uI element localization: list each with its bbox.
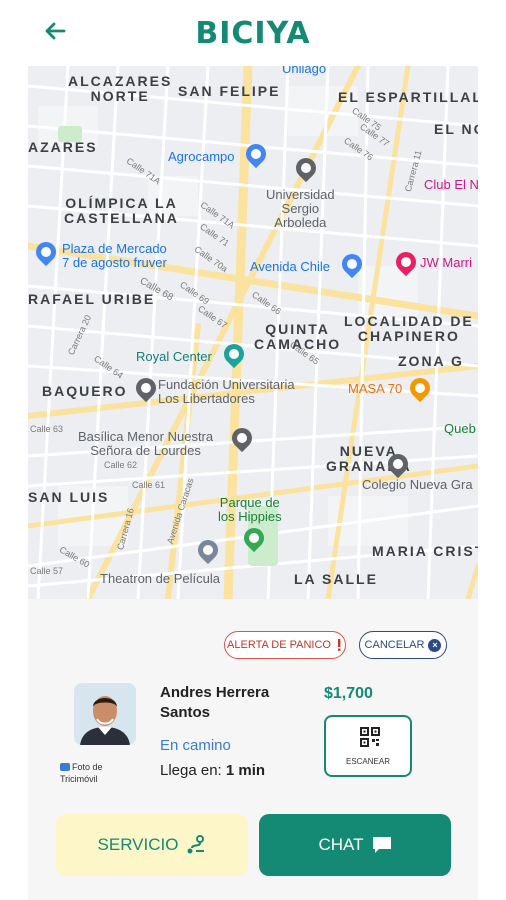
poi-label[interactable]: Unilago: [282, 66, 326, 76]
area-label: OLÍMPICA LA CASTELLANA: [64, 195, 179, 226]
cancel-label: CANCELAR: [364, 639, 425, 651]
poi-label[interactable]: Royal Center: [136, 350, 212, 364]
poi-label[interactable]: Agrocampo: [168, 150, 234, 164]
poi-label[interactable]: JW Marri: [420, 256, 472, 270]
qr-code-icon: [360, 727, 380, 747]
close-circle-icon: ×: [428, 638, 442, 652]
driver-name: Andres Herrera Santos: [160, 684, 270, 721]
person-photo-icon: [74, 683, 136, 745]
exclamation-icon: [337, 639, 341, 651]
route-icon: [187, 835, 205, 854]
cancel-button[interactable]: CANCELAR ×: [359, 631, 447, 659]
poi-label[interactable]: Colegio Nueva Gra: [362, 478, 473, 492]
area-label: SAN LUIS: [28, 489, 110, 505]
top-bar: BICIYA: [28, 0, 478, 66]
area-label: SAN FELIPE: [178, 83, 281, 99]
image-icon: [60, 763, 70, 771]
street-label: Calle 61: [132, 480, 166, 490]
driver-avatar[interactable]: [74, 683, 136, 745]
poi-label[interactable]: Universidad Sergio Arboleda: [266, 188, 335, 230]
service-button[interactable]: SERVICIO: [56, 814, 248, 876]
scan-label: ESCANEAR: [345, 757, 390, 766]
poi-label[interactable]: MASA 70: [348, 382, 402, 396]
area-label: ZONA G: [398, 353, 464, 369]
panic-alert-button[interactable]: ALERTA DE PANICO: [224, 631, 346, 659]
arrival-label: Llega en:: [160, 762, 222, 779]
vehicle-photo-link[interactable]: Foto de Tricimóvil: [60, 761, 130, 785]
map-view[interactable]: ALCAZARES NORTE SAN FELIPE EL ESPARTILLA…: [28, 66, 478, 599]
area-label: LOCALIDAD DE CHAPINERO: [344, 313, 474, 344]
arrival-value: 1 min: [225, 762, 266, 779]
app-root: BICIYA ALCAZARES NORTE SAN FELIPE EL ESP…: [0, 0, 506, 900]
area-label: BAQUERO: [42, 383, 128, 399]
scan-button[interactable]: ESCANEAR: [324, 715, 412, 777]
arrival-time: Llega en: 1 min: [160, 762, 265, 779]
poi-label[interactable]: Plaza de Mercado 7 de agosto fruver: [62, 242, 167, 270]
area-label: EL NO: [434, 121, 478, 137]
chat-button[interactable]: CHAT: [259, 814, 451, 876]
chat-label: CHAT: [318, 835, 364, 854]
trip-price: $1,700: [324, 685, 373, 702]
area-label: LA SALLE: [294, 571, 378, 587]
poi-label[interactable]: Basílica Menor Nuestra Señora de Lourdes: [78, 430, 213, 458]
phone-frame: BICIYA ALCAZARES NORTE SAN FELIPE EL ESP…: [28, 0, 478, 900]
area-label: ALCAZARES NORTE: [68, 73, 173, 104]
area-label: EL ESPARTILLAL: [338, 89, 478, 105]
service-label: SERVICIO: [97, 835, 179, 854]
area-label: MARIA CRIST: [372, 543, 478, 559]
poi-label[interactable]: Club El N: [424, 178, 478, 192]
street-label: Calle 57: [30, 566, 64, 576]
poi-label[interactable]: Fundación Universitaria Los Libertadores: [158, 378, 295, 406]
area-label: RAFAEL URIBE: [28, 291, 156, 307]
street-label: Calle 62: [104, 460, 138, 470]
area-label: AZARES: [28, 139, 98, 155]
street-label: Calle 63: [30, 424, 64, 434]
poi-label[interactable]: Avenida Chile: [250, 260, 330, 274]
poi-label[interactable]: Queb: [444, 422, 476, 436]
chat-bubble-icon: [372, 837, 391, 853]
panic-alert-label: ALERTA DE PANICO: [227, 639, 331, 651]
trip-panel: ALERTA DE PANICO CANCELAR × Foto de Tric: [28, 599, 478, 900]
poi-label[interactable]: Parque de los Hippies: [218, 496, 282, 524]
app-title: BICIYA: [195, 16, 311, 51]
poi-label[interactable]: Theatron de Película: [100, 572, 220, 586]
trip-status: En camino: [160, 737, 231, 754]
